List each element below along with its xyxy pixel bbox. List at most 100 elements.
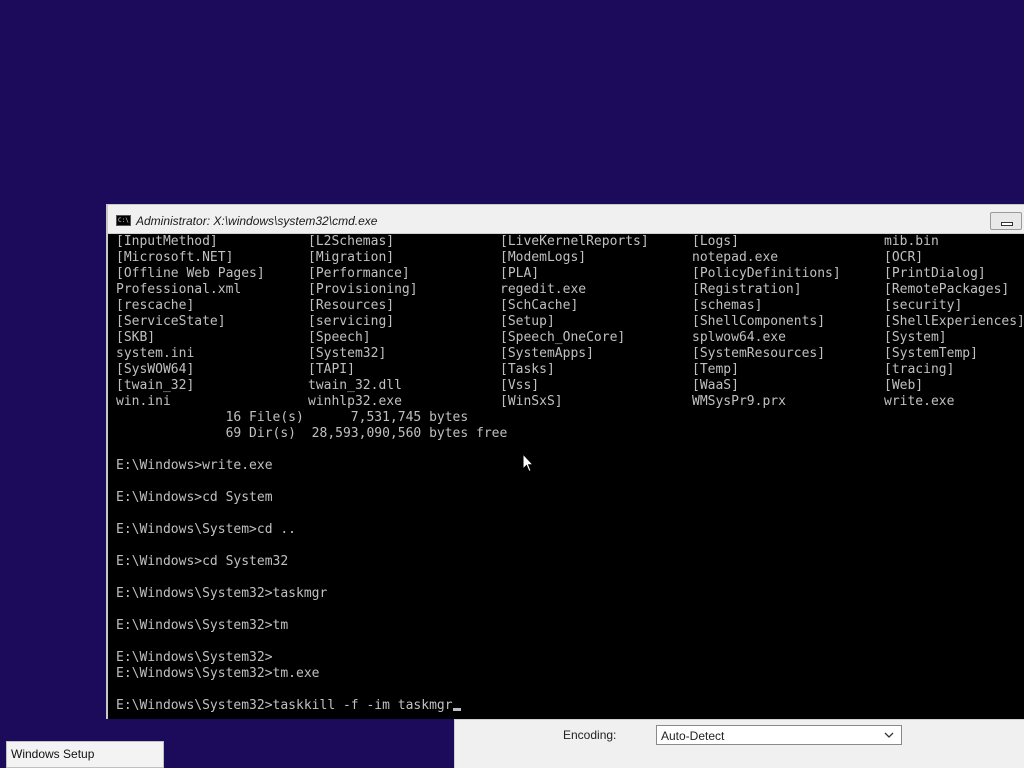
history-line: E:\Windows\System32>taskmgr [116,586,328,601]
listing-entry: write.exe [884,394,955,409]
listing-entry: [Tasks] [500,362,555,377]
listing-entry: twain_32.dll [308,378,402,393]
summary-line: 16 File(s) 7,531,745 bytes [116,410,469,425]
cmd-icon: C:\ [116,215,131,226]
listing-entry: [Performance] [308,266,410,281]
console-output[interactable]: [InputMethod] [L2Schemas] [LiveKernelRepor… [114,234,1024,719]
history-line: E:\Windows\System32>tm.exe [116,666,320,681]
listing-row: [SKB] [Speech] [Speech_OneCore] splwow64.ex… [114,330,1024,346]
listing-entry: [ShellExperiences] [884,314,1024,329]
listing-entry: [OCR] [884,250,924,265]
listing-entry: [System] [884,330,947,345]
listing-entry: [TAPI] [308,362,355,377]
listing-entry: [LiveKernelReports] [500,234,649,249]
listing-entry: WMSysPr9.prx [692,394,786,409]
history-line: E:\Windows\System>cd .. [116,522,297,537]
listing-entry: [Web] [884,378,924,393]
listing-entry: [WaaS] [692,378,739,393]
minimize-icon [1001,222,1013,226]
listing-entry: winhlp32.exe [308,394,402,409]
history-line [116,506,1024,522]
listing-row: [SysWOW64] [TAPI] [Tasks] [Temp] [tracing] [114,362,1024,378]
listing-entry: [Provisioning] [308,282,418,297]
cmd-window[interactable]: C:\ Administrator: X:\windows\system32\c… [106,204,1024,719]
listing-entry: [SystemTemp] [884,346,978,361]
listing-entry: [Offline Web Pages] [116,266,265,281]
mouse-pointer-icon [522,453,534,473]
listing-entry: [WinSxS] [500,394,563,409]
listing-entry: [SchCache] [500,298,579,313]
title-bar[interactable]: C:\ Administrator: X:\windows\system32\c… [108,205,1024,234]
listing-row: [twain_32] twain_32.dll [Vss] [WaaS] [Web] [114,378,1024,394]
history-line [116,442,1024,458]
history-line: E:\Windows>cd System [116,490,273,505]
listing-entry: [PolicyDefinitions] [692,266,841,281]
taskbar-item-windows-setup[interactable]: Windows Setup [6,741,164,768]
listing-entry: [ShellComponents] [692,314,826,329]
encoding-panel: Encoding: Auto-Detect [454,719,1024,768]
listing-entry: [Migration] [308,250,395,265]
listing-entry: [InputMethod] [116,234,218,249]
history-line: E:\Windows>write.exe [116,458,273,473]
listing-row: win.ini winhlp32.exe [WinSxS] WMSysPr9.prx w… [114,394,1024,410]
encoding-selected-value: Auto-Detect [661,729,725,743]
listing-entry: [Registration] [692,282,802,297]
history-line [116,682,1024,698]
listing-row: [Offline Web Pages] [Performance] [PLA] [Po… [114,266,1024,282]
history-line: E:\Windows>cd System32 [116,554,289,569]
listing-entry: splwow64.exe [692,330,786,345]
listing-row: [Microsoft.NET] [Migration] [ModemLogs] not… [114,250,1024,266]
summary-line: 69 Dir(s) 28,593,090,560 bytes free [116,426,508,441]
history-line [116,570,1024,586]
listing-entry: [ModemLogs] [500,250,587,265]
listing-entry: [SKB] [116,330,156,345]
listing-entry: [Setup] [500,314,555,329]
listing-entry: [Microsoft.NET] [116,250,234,265]
listing-entry: notepad.exe [692,250,779,265]
listing-entry: [SysWOW64] [116,362,195,377]
encoding-dropdown[interactable]: Auto-Detect [656,725,902,745]
listing-row: [ServiceState] [servicing] [Setup] [ShellCo… [114,314,1024,330]
listing-entry: [ServiceState] [116,314,226,329]
history-line [116,538,1024,554]
listing-entry: [servicing] [308,314,395,329]
history-line [116,602,1024,618]
listing-entry: [PrintDialog] [884,266,986,281]
listing-entry: [System32] [308,346,387,361]
listing-row: [InputMethod] [L2Schemas] [LiveKernelRepor… [114,234,1024,250]
listing-entry: [rescache] [116,298,195,313]
history-line: E:\Windows\System32>tm [116,618,289,633]
encoding-label: Encoding: [563,728,617,742]
history-line: E:\Windows\System32> [116,650,273,665]
listing-entry: [SystemResources] [692,346,826,361]
listing-entry: [tracing] [884,362,955,377]
history-line [116,474,1024,490]
listing-entry: [Speech] [308,330,371,345]
prompt-line[interactable]: E:\Windows\System32>taskkill -f -im task… [116,698,1024,714]
listing-entry: [schemas] [692,298,763,313]
listing-entry: win.ini [116,394,171,409]
window-title: Administrator: X:\windows\system32\cmd.e… [136,214,378,228]
listing-row: [rescache] [Resources] [SchCache] [schemas]… [114,298,1024,314]
text-cursor [452,708,461,711]
chevron-down-icon [884,732,894,738]
minimize-button[interactable] [990,212,1022,230]
listing-entry: system.ini [116,346,195,361]
listing-entry: [security] [884,298,963,313]
listing-entry: [Vss] [500,378,540,393]
listing-entry: [Temp] [692,362,739,377]
listing-entry: [twain_32] [116,378,195,393]
listing-entry: [RemotePackages] [884,282,1010,297]
command-input[interactable]: E:\Windows\System32>taskkill -f -im task… [116,698,453,713]
listing-row: system.ini [System32] [SystemApps] [SystemR… [114,346,1024,362]
listing-entry: [Resources] [308,298,395,313]
listing-entry: [Logs] [692,234,739,249]
listing-row: Professional.xml [Provisioning] regedit.ex… [114,282,1024,298]
history-line [116,634,1024,650]
listing-entry: [PLA] [500,266,540,281]
listing-entry: regedit.exe [500,282,587,297]
listing-entry: [L2Schemas] [308,234,395,249]
listing-entry: Professional.xml [116,282,242,297]
listing-entry: mib.bin [884,234,939,249]
listing-entry: [SystemApps] [500,346,594,361]
